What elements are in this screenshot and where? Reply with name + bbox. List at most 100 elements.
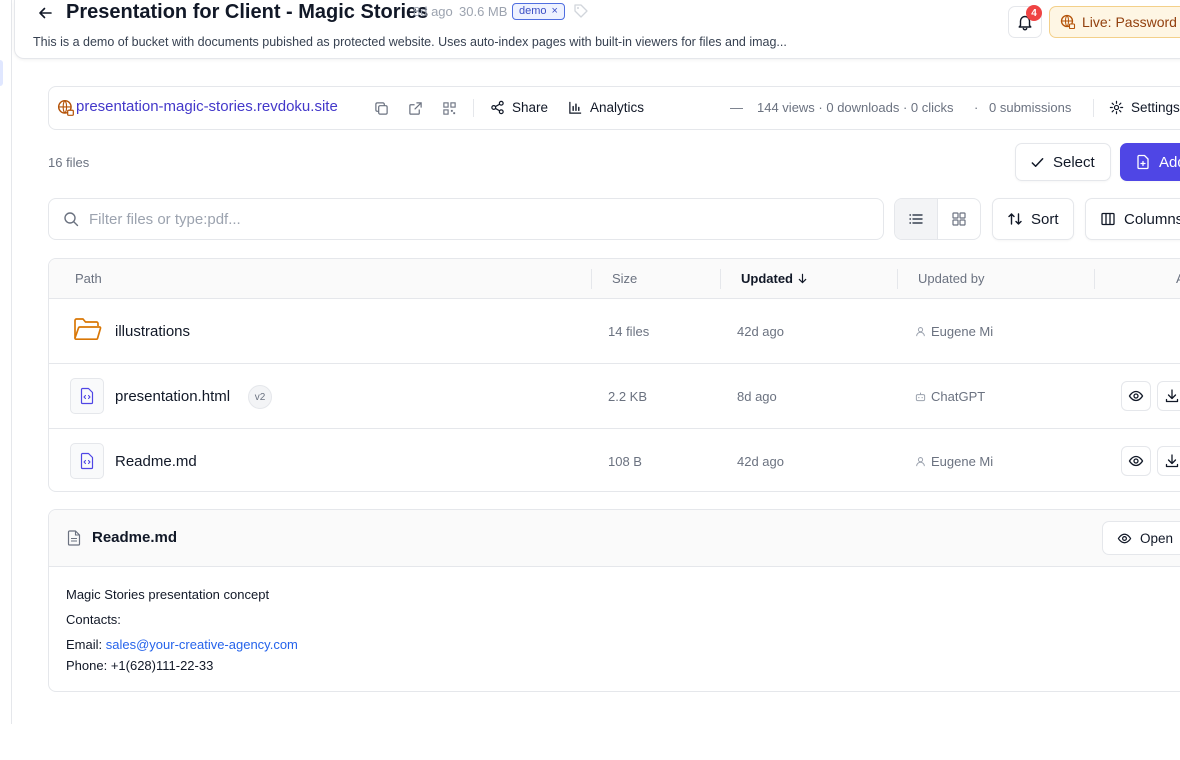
code-file-icon	[70, 443, 104, 479]
preview-button[interactable]	[1121, 446, 1151, 476]
column-header-actions: A	[1176, 271, 1180, 286]
column-divider	[1094, 269, 1095, 289]
columns-label: Columns	[1124, 210, 1180, 228]
add-label: Add	[1159, 153, 1180, 171]
analytics-label: Analytics	[590, 100, 645, 115]
column-divider	[591, 269, 592, 289]
site-url-link[interactable]: presentation-magic-stories.revdoku.site	[76, 98, 338, 115]
qr-code-button[interactable]	[439, 98, 459, 118]
add-tag-icon[interactable]	[573, 3, 589, 19]
select-label: Select	[1053, 153, 1095, 171]
check-icon	[1030, 155, 1045, 170]
search-box[interactable]	[48, 198, 884, 240]
sort-button[interactable]: Sort	[992, 198, 1074, 240]
table-row[interactable]: illustrations 14 files 42d ago Eugene Mi	[49, 299, 1180, 364]
eye-icon	[1128, 388, 1144, 404]
file-updated-by: ChatGPT	[915, 389, 985, 404]
columns-icon	[1100, 211, 1116, 227]
share-icon	[490, 100, 505, 115]
divider	[1093, 99, 1094, 117]
file-name[interactable]: Readme.md	[115, 453, 197, 470]
bucket-description: This is a demo of bucket with documents …	[33, 35, 787, 49]
file-updated: 8d ago	[737, 389, 777, 404]
open-readme-button[interactable]: Open	[1102, 521, 1180, 555]
table-row[interactable]: Readme.md 108 B 42d ago Eugene Mi	[49, 429, 1180, 491]
list-view-button[interactable]	[895, 199, 938, 239]
file-plus-icon	[1135, 154, 1151, 170]
settings-button[interactable]: Settings	[1109, 100, 1180, 115]
readme-header: Readme.md Open	[49, 510, 1180, 567]
copy-icon	[374, 101, 389, 116]
tag-remove-button[interactable]: ×	[552, 4, 558, 19]
bucket-size: 30.6 MB	[459, 4, 508, 19]
file-count: 16 files	[48, 155, 90, 170]
email-link[interactable]: sales@your-creative-agency.com	[106, 637, 298, 652]
list-icon	[908, 211, 924, 227]
column-divider	[720, 269, 721, 289]
document-icon	[67, 530, 81, 546]
site-stats[interactable]: 144 views · 0 downloads · 0 clicks	[757, 100, 954, 115]
divider	[473, 99, 474, 117]
column-header-size[interactable]: Size	[612, 271, 637, 286]
columns-button[interactable]: Columns	[1085, 198, 1180, 240]
search-icon	[63, 211, 79, 227]
sort-arrows-icon	[1007, 211, 1023, 227]
share-button[interactable]: Share	[490, 100, 548, 115]
folder-open-icon	[73, 317, 102, 342]
column-header-path[interactable]: Path	[75, 271, 102, 286]
readme-title: Readme.md	[92, 529, 178, 546]
readme-phone-line: Phone: +1(628)111-22-33	[66, 658, 214, 673]
file-updated-by: Eugene Mi	[915, 324, 993, 339]
table-header: Path Size Updated Updated by A	[49, 259, 1180, 299]
select-button[interactable]: Select	[1015, 143, 1111, 181]
external-link-icon	[408, 101, 423, 116]
bot-icon	[915, 391, 926, 402]
share-label: Share	[512, 100, 549, 115]
sort-label: Sort	[1031, 210, 1059, 228]
eye-icon	[1117, 531, 1132, 546]
grid-view-button[interactable]	[938, 199, 981, 239]
view-toggle	[894, 198, 981, 240]
download-button[interactable]	[1157, 446, 1180, 476]
version-badge[interactable]: v2	[248, 385, 272, 409]
open-label: Open	[1140, 530, 1174, 546]
submissions-count[interactable]: 0 submissions	[989, 100, 1071, 115]
readme-line: Contacts:	[66, 612, 121, 627]
live-status-label: Live: Password	[1082, 14, 1177, 30]
download-button[interactable]	[1157, 381, 1180, 411]
tag-demo: demo ×	[512, 3, 565, 20]
file-name[interactable]: presentation.html	[115, 388, 230, 405]
file-updated: 42d ago	[737, 454, 784, 469]
download-icon	[1164, 388, 1180, 404]
add-button[interactable]: Add	[1120, 143, 1180, 181]
page-title: Presentation for Client - Magic Stories	[66, 1, 429, 23]
analytics-button[interactable]: Analytics	[568, 100, 644, 115]
user-icon	[915, 326, 926, 337]
file-size: 2.2 KB	[608, 389, 648, 404]
back-button[interactable]	[34, 2, 56, 24]
column-header-updated-by[interactable]: Updated by	[918, 271, 985, 286]
eye-icon	[1128, 453, 1144, 469]
search-input[interactable]	[89, 210, 849, 228]
open-external-button[interactable]	[405, 98, 425, 118]
file-updated-by: Eugene Mi	[915, 454, 993, 469]
arrow-down-icon	[797, 273, 808, 284]
tag-label: demo	[519, 5, 547, 17]
download-icon	[1164, 453, 1180, 469]
settings-label: Settings	[1131, 100, 1180, 115]
updated-time: 8d ago	[413, 4, 453, 19]
notification-count-badge: 4	[1026, 5, 1042, 21]
gear-icon	[1109, 100, 1124, 115]
code-file-icon	[70, 378, 104, 414]
preview-button[interactable]	[1121, 381, 1151, 411]
left-rail	[0, 0, 12, 724]
live-status-button[interactable]: Live: Password	[1049, 6, 1180, 38]
bar-chart-icon	[568, 100, 583, 115]
column-header-updated[interactable]: Updated	[741, 271, 808, 286]
copy-url-button[interactable]	[371, 98, 391, 118]
globe-lock-icon	[57, 99, 75, 117]
readme-panel: Readme.md Open Magic Stories presentatio…	[48, 509, 1180, 692]
file-name[interactable]: illustrations	[115, 323, 190, 340]
readme-email-line: Email: sales@your-creative-agency.com	[66, 637, 298, 652]
table-row[interactable]: presentation.html v2 2.2 KB 8d ago ChatG…	[49, 364, 1180, 429]
